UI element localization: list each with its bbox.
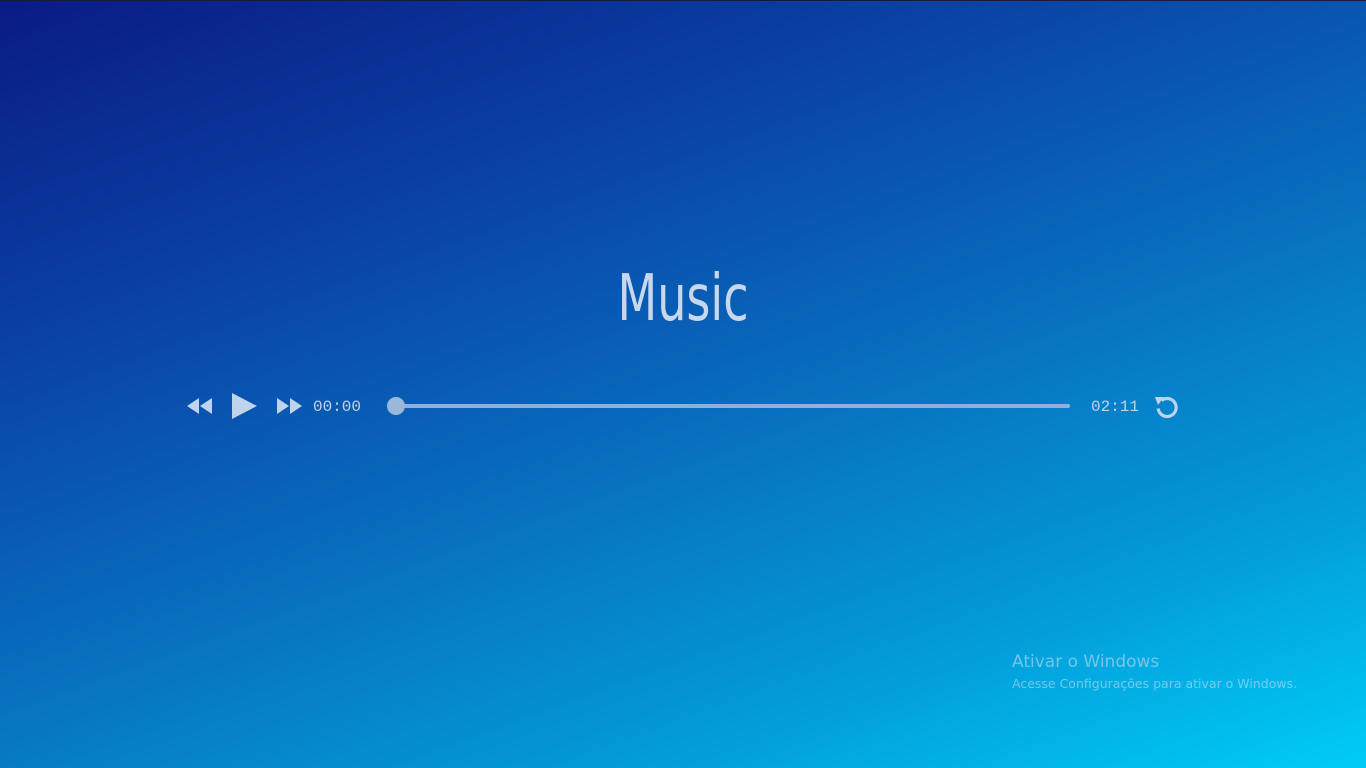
watermark-title: Ativar o Windows	[1012, 652, 1160, 672]
current-time: 00:00	[313, 398, 362, 416]
rewind-icon	[187, 398, 212, 414]
duration-time: 02:11	[1091, 398, 1140, 416]
progress-thumb[interactable]	[387, 397, 405, 415]
repeat-button[interactable]	[1153, 393, 1181, 421]
rewind-button[interactable]	[186, 395, 214, 417]
fast-forward-button[interactable]	[275, 395, 303, 417]
fast-forward-icon	[277, 398, 302, 414]
play-icon	[232, 393, 257, 419]
watermark-subtitle: Acesse Configurações para ativar o Windo…	[1012, 676, 1298, 691]
top-border	[0, 0, 1366, 1]
windows-activation-watermark: Ativar o Windows Acesse Configurações pa…	[1012, 651, 1297, 695]
audio-player: 00:00 02:11	[0, 388, 1366, 426]
play-button[interactable]	[230, 392, 258, 420]
page-title: Music	[617, 262, 749, 336]
repeat-icon	[1155, 396, 1178, 419]
progress-track[interactable]	[396, 404, 1070, 408]
